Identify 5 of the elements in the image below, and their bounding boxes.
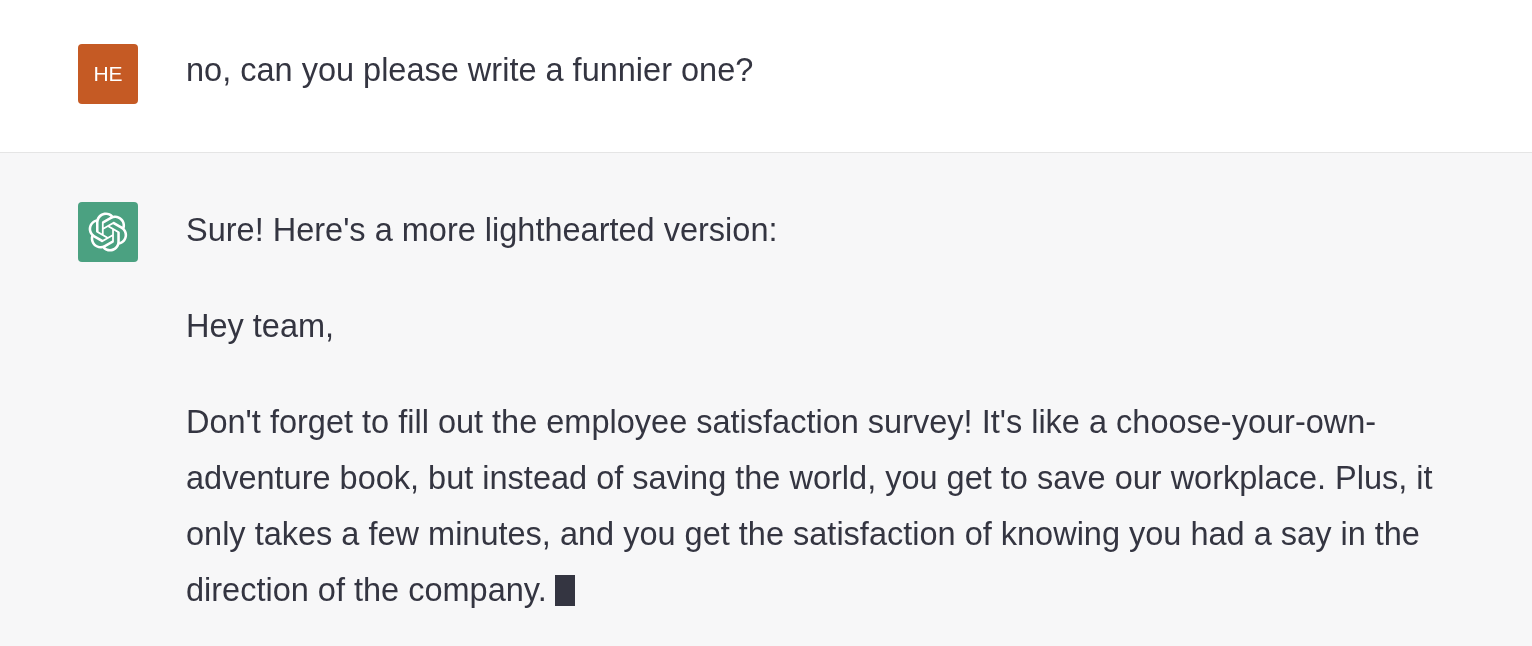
message-text: Hey team, (186, 308, 335, 344)
message-text: no, can you please write a funnier one? (186, 52, 754, 88)
message-text: Sure! Here's a more lighthearted version: (186, 212, 778, 248)
message-text: Don't forget to fill out the employee satisfaction survey! It's like a choose-your-own-adventure book, but instead of saving the world, you get to save our workplace. Plus, it only takes a few minutes, and you get the satisfaction of knowing you had a say in the direction of the company. (186, 404, 1433, 608)
user-avatar: HE (78, 44, 138, 104)
